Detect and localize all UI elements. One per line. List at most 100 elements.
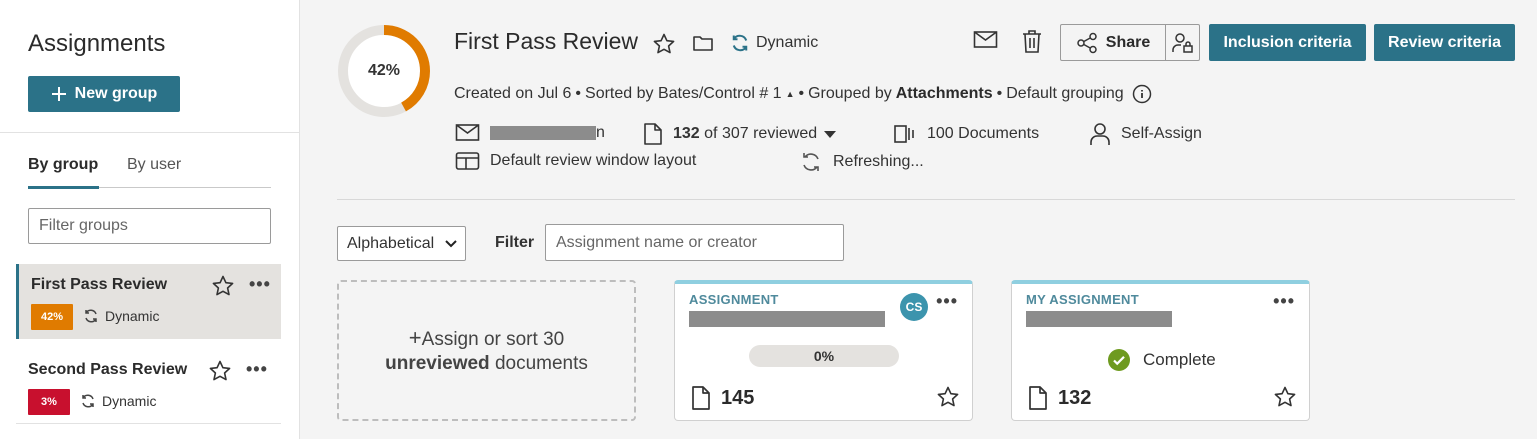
refresh-status: Refreshing... [799,150,924,174]
refresh-icon [730,33,750,53]
star-icon[interactable] [652,32,676,56]
grouped-by-label: Grouped by [808,85,892,102]
share-icon [1076,32,1098,54]
plus-icon [51,86,67,102]
sort-select-value: Alphabetical [347,234,435,252]
header-mode: Dynamic [730,33,818,53]
sidebar-title: Assignments [28,30,166,57]
share-button[interactable]: Share [1061,25,1166,60]
grouping-mode: Default grouping [1006,85,1124,102]
reviewed-count: 132 [673,125,700,142]
caret-down-icon [823,129,837,139]
assign-line-1: Assign or sort 30 [421,328,565,350]
assign-unreviewed-bold: unreviewed [385,352,490,374]
assign-line-2: documents [494,352,588,374]
group-item-first-pass-review[interactable]: First Pass Review ••• 42% Dynamic [16,264,281,339]
card-doc-count: 145 [691,386,754,410]
progress-percent: 42% [367,62,401,79]
doc-count-value: 145 [721,386,755,409]
redacted-assignment-name [1026,311,1172,327]
creator-email: n [455,123,605,143]
info-icon[interactable] [1132,84,1152,104]
group-mode: Dynamic [83,308,159,324]
sort-asc-icon: ▲ [785,89,795,99]
reviewed-total: of 307 reviewed [704,125,818,142]
more-options-icon[interactable]: ••• [1273,291,1295,312]
star-icon[interactable] [211,274,235,298]
sort-select[interactable]: Alphabetical [337,226,466,261]
refreshing-icon [799,150,823,174]
document-icon [643,123,663,145]
grouped-by-value: Attachments [895,85,993,102]
page-title: First Pass Review [454,28,639,54]
chevron-down-icon [445,239,457,248]
status-label: Complete [1143,350,1216,369]
check-circle-icon [1107,348,1131,372]
assignment-filter-input[interactable] [545,224,844,261]
user-icon [1089,122,1111,146]
self-assign[interactable]: Self-Assign [1089,122,1202,146]
share-control: Share [1060,24,1200,61]
user-permissions-button[interactable] [1166,25,1199,60]
card-kicker: ASSIGNMENT [689,292,779,307]
star-icon[interactable] [208,359,232,383]
more-options-icon[interactable]: ••• [249,274,271,295]
assignment-card[interactable]: ASSIGNMENT CS ••• 0% 145 [674,280,973,421]
folder-icon[interactable] [692,33,714,53]
tab-by-user[interactable]: By user [127,156,181,174]
group-item-second-pass-review[interactable]: Second Pass Review ••• 3% Dynamic [16,349,281,424]
main-divider [337,199,1515,200]
progress-badge: 42% [31,304,73,330]
tab-by-group[interactable]: By group [28,156,98,174]
star-icon[interactable] [936,385,960,409]
filter-groups-input[interactable] [28,208,271,244]
group-mode: Dynamic [80,393,156,409]
header-meta: Created on Jul 6 • Sorted by Bates/Contr… [454,84,1152,104]
user-lock-icon [1171,32,1194,54]
document-icon [1028,386,1048,410]
group-name: First Pass Review [31,276,168,293]
progress-badge: 3% [28,389,70,415]
filter-label: Filter [495,234,535,251]
my-assignment-card[interactable]: MY ASSIGNMENT ••• Complete 132 [1011,280,1310,421]
documents-label: 100 Documents [927,125,1040,142]
star-icon[interactable] [1273,385,1297,409]
more-options-icon[interactable]: ••• [246,359,268,380]
sorted-by: Sorted by Bates/Control # 1 [585,85,782,102]
review-criteria-button[interactable]: Review criteria [1374,24,1515,61]
more-options-icon[interactable]: ••• [936,291,958,312]
group-mode-label: Dynamic [102,393,157,409]
trash-icon[interactable] [1021,29,1043,54]
layout-icon [455,151,480,171]
mail-icon[interactable] [973,30,998,50]
new-group-button[interactable]: New group [28,76,180,112]
new-group-label: New group [74,85,158,102]
review-layout[interactable]: Default review window layout [455,151,696,171]
refresh-icon [83,308,99,324]
documents-icon [893,123,917,145]
document-count: 100 Documents [893,123,1039,145]
sidebar: Assignments New group By group By user F… [0,0,300,439]
created-date: Created on Jul 6 [454,85,572,102]
plus-icon: + [408,324,422,350]
mail-icon [455,123,480,143]
document-icon [691,386,711,410]
assign-unreviewed-card[interactable]: +Assign or sort 30 unreviewed documents [337,280,636,421]
reviewed-progress[interactable]: 132 of 307 reviewed [643,123,837,145]
card-doc-count: 132 [1028,386,1091,410]
header-mode-label: Dynamic [756,34,819,51]
refresh-icon [80,393,96,409]
self-assign-label: Self-Assign [1121,125,1202,142]
avatar: CS [900,293,928,321]
card-kicker: MY ASSIGNMENT [1026,292,1139,307]
doc-count-value: 132 [1058,386,1092,409]
assignment-progress: 0% [749,345,899,367]
group-mode-label: Dynamic [105,308,160,324]
creator-suffix: n [596,124,605,141]
redacted-creator [490,126,596,140]
inclusion-criteria-button[interactable]: Inclusion criteria [1209,24,1366,61]
active-tab-indicator [28,186,99,189]
refreshing-label: Refreshing... [833,153,924,170]
assignment-status: Complete [1107,348,1216,372]
sidebar-tabs: By group By user [28,154,271,189]
